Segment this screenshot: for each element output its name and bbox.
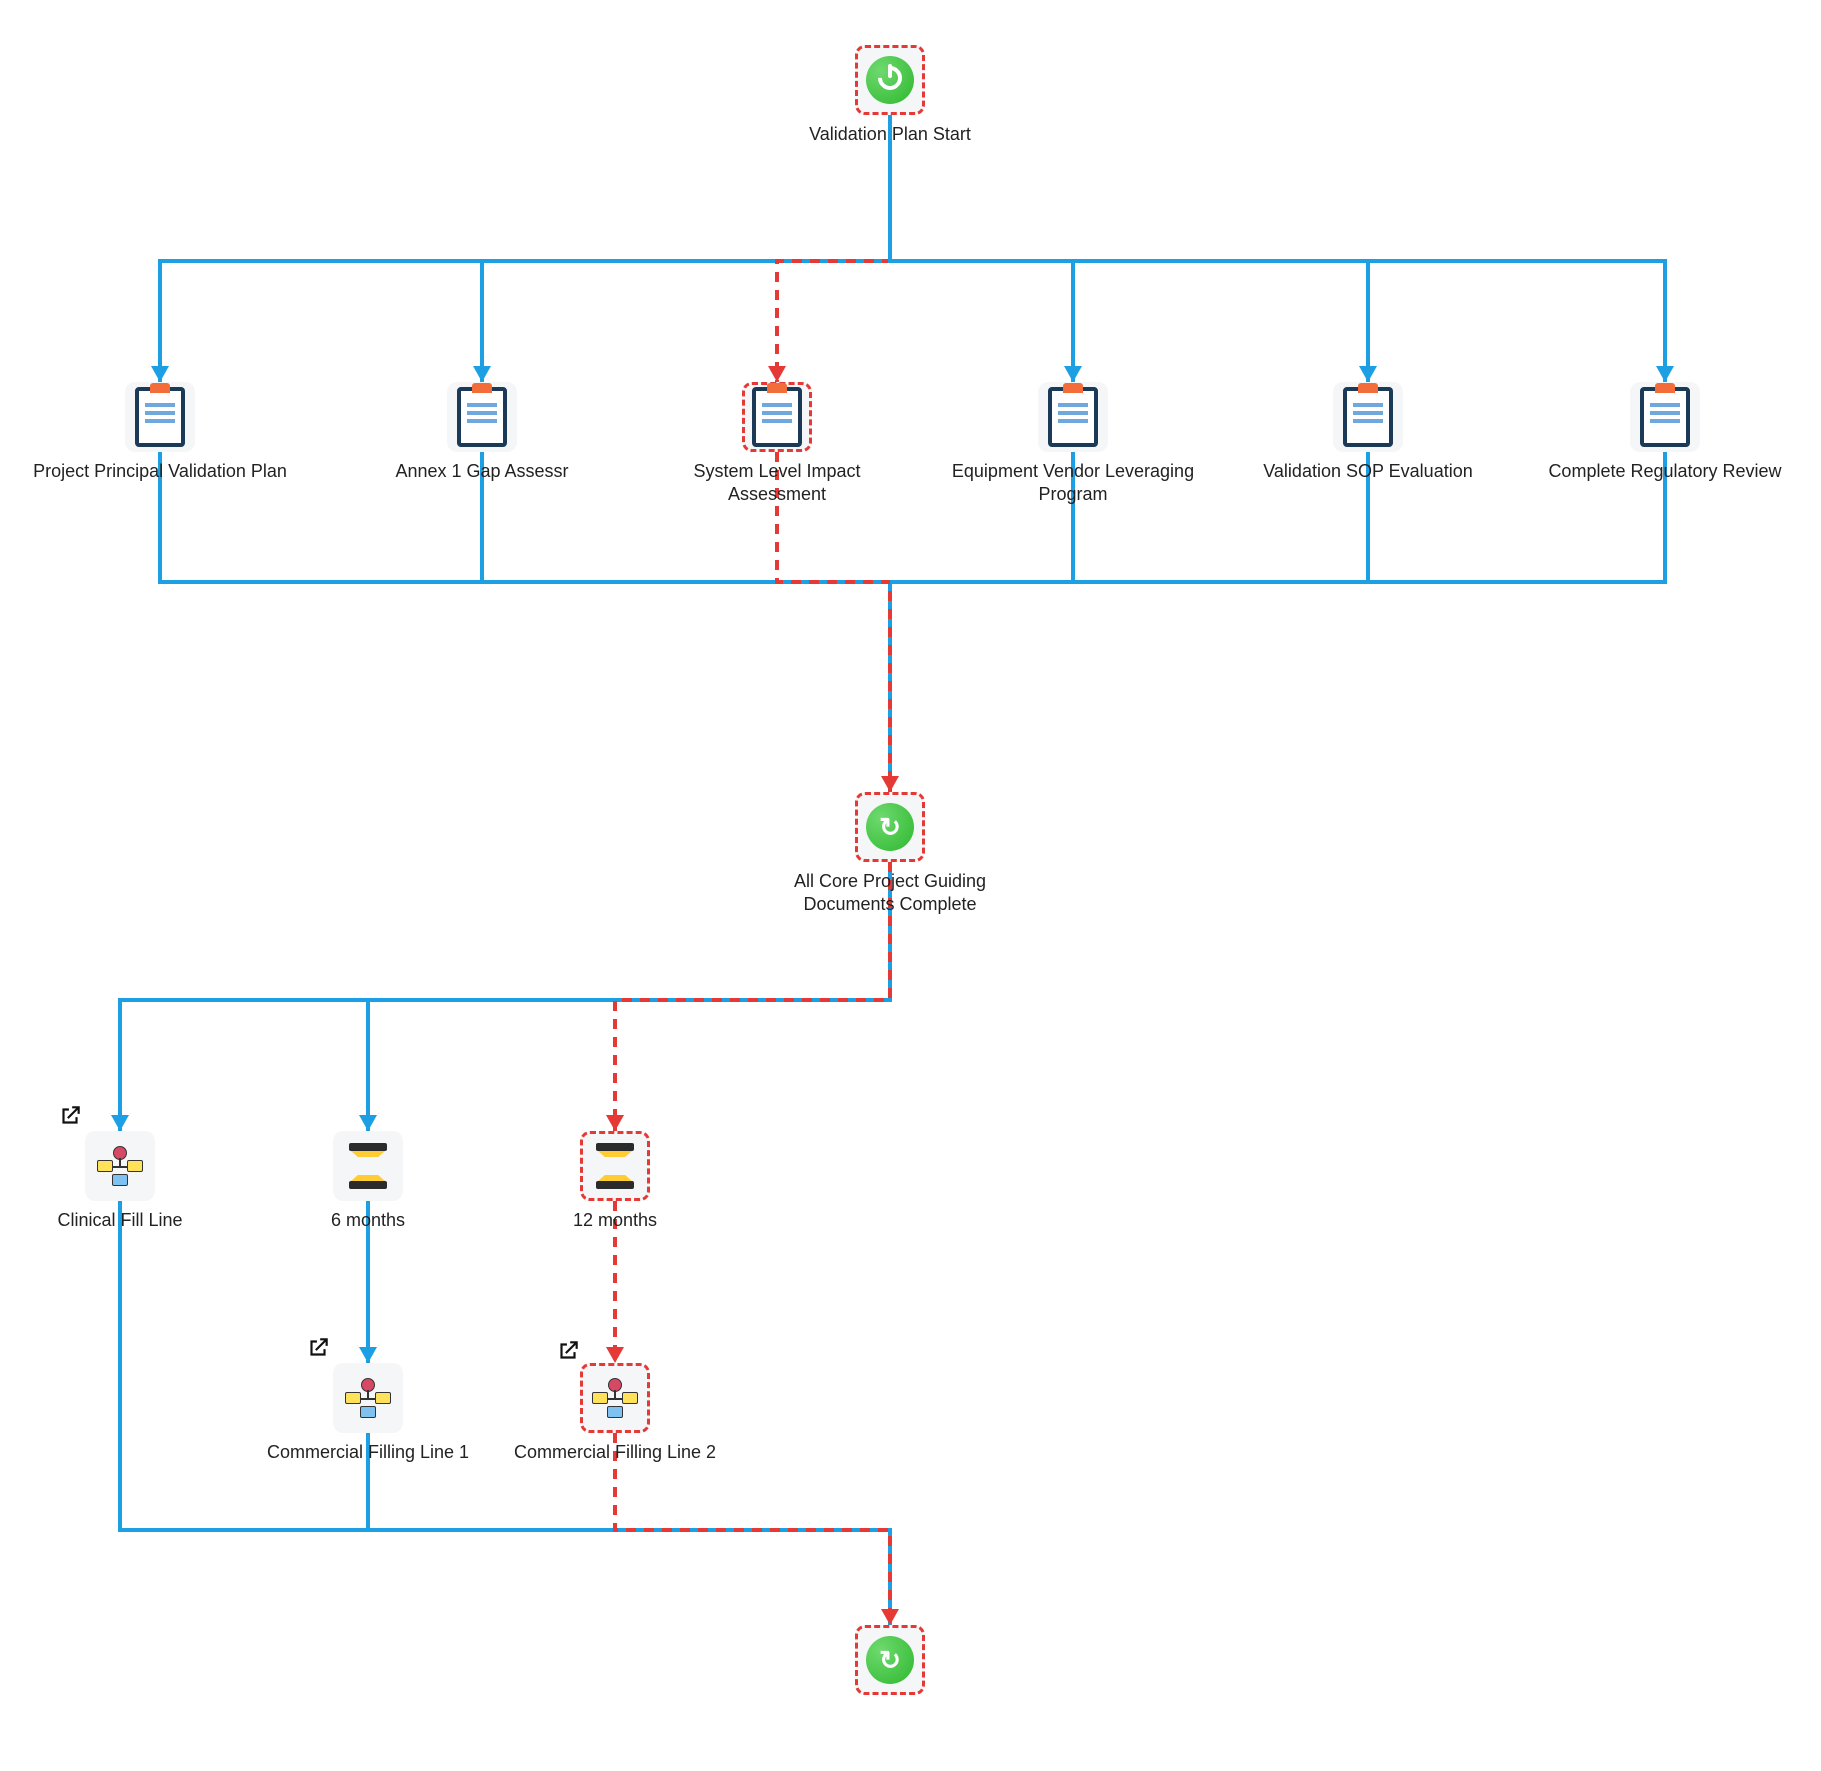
arrowhead-cf2-sync2 bbox=[881, 1609, 899, 1625]
arrowhead-start-r1n6 bbox=[1656, 366, 1674, 382]
edge-start-r1n5 bbox=[890, 115, 1368, 382]
node-r1n1[interactable] bbox=[125, 382, 195, 452]
arrowhead-r1n3-sync1 bbox=[881, 776, 899, 792]
edge-cfl-sync2 bbox=[120, 1201, 890, 1625]
edge-start-r1n4 bbox=[890, 115, 1073, 382]
node-r1n2[interactable] bbox=[447, 382, 517, 452]
node-r1n6[interactable] bbox=[1630, 382, 1700, 452]
node-sync1[interactable]: ↻ bbox=[855, 792, 925, 862]
workflow-diagram: Validation Plan Start Project Principal V… bbox=[0, 0, 1821, 1771]
node-cfl[interactable] bbox=[85, 1131, 155, 1201]
node-t6[interactable] bbox=[333, 1131, 403, 1201]
node-r1n5[interactable] bbox=[1333, 382, 1403, 452]
node-cf1[interactable] bbox=[333, 1363, 403, 1433]
arrowhead-start-r1n4 bbox=[1064, 366, 1082, 382]
arrowhead-start-r1n5 bbox=[1359, 366, 1377, 382]
arrowhead-t12-cf2 bbox=[606, 1347, 624, 1363]
node-label-t12: 12 months bbox=[545, 1209, 685, 1232]
node-cf2[interactable] bbox=[580, 1363, 650, 1433]
edge-start-r1n6 bbox=[890, 115, 1665, 382]
edge-start-r1n1 bbox=[160, 115, 890, 382]
node-r1n4[interactable] bbox=[1038, 382, 1108, 452]
node-sync2[interactable]: ↻ bbox=[855, 1625, 925, 1695]
node-label-start: Validation Plan Start bbox=[760, 123, 1020, 146]
node-label-r1n1: Project Principal Validation Plan bbox=[30, 460, 290, 483]
node-label-r1n5: Validation SOP Evaluation bbox=[1238, 460, 1498, 483]
node-label-r1n2: Annex 1 Gap Assessr bbox=[352, 460, 612, 483]
arrowhead-t6-cf1 bbox=[359, 1347, 377, 1363]
node-t12[interactable] bbox=[580, 1131, 650, 1201]
edge-start-r1n2 bbox=[482, 115, 890, 382]
node-start[interactable] bbox=[855, 45, 925, 115]
node-label-cf2: Commercial Filling Line 2 bbox=[485, 1441, 745, 1464]
node-label-t6: 6 months bbox=[298, 1209, 438, 1232]
arrowhead-start-r1n1 bbox=[151, 366, 169, 382]
node-label-cfl: Clinical Fill Line bbox=[0, 1209, 250, 1232]
node-label-r1n3: System Level Impact Assessment bbox=[647, 460, 907, 505]
arrowhead-sync1-t6 bbox=[359, 1115, 377, 1131]
edge-start-r1n3 bbox=[777, 115, 890, 382]
node-label-cf1: Commercial Filling Line 1 bbox=[238, 1441, 498, 1464]
node-label-sync1: All Core Project Guiding Documents Compl… bbox=[750, 870, 1030, 915]
arrowhead-sync1-cfl bbox=[111, 1115, 129, 1131]
node-label-r1n6: Complete Regulatory Review bbox=[1535, 460, 1795, 483]
node-label-r1n4: Equipment Vendor Leveraging Program bbox=[943, 460, 1203, 505]
arrowhead-start-r1n2 bbox=[473, 366, 491, 382]
node-r1n3[interactable] bbox=[742, 382, 812, 452]
arrowhead-sync1-t12 bbox=[606, 1115, 624, 1131]
arrowhead-start-r1n3 bbox=[768, 366, 786, 382]
